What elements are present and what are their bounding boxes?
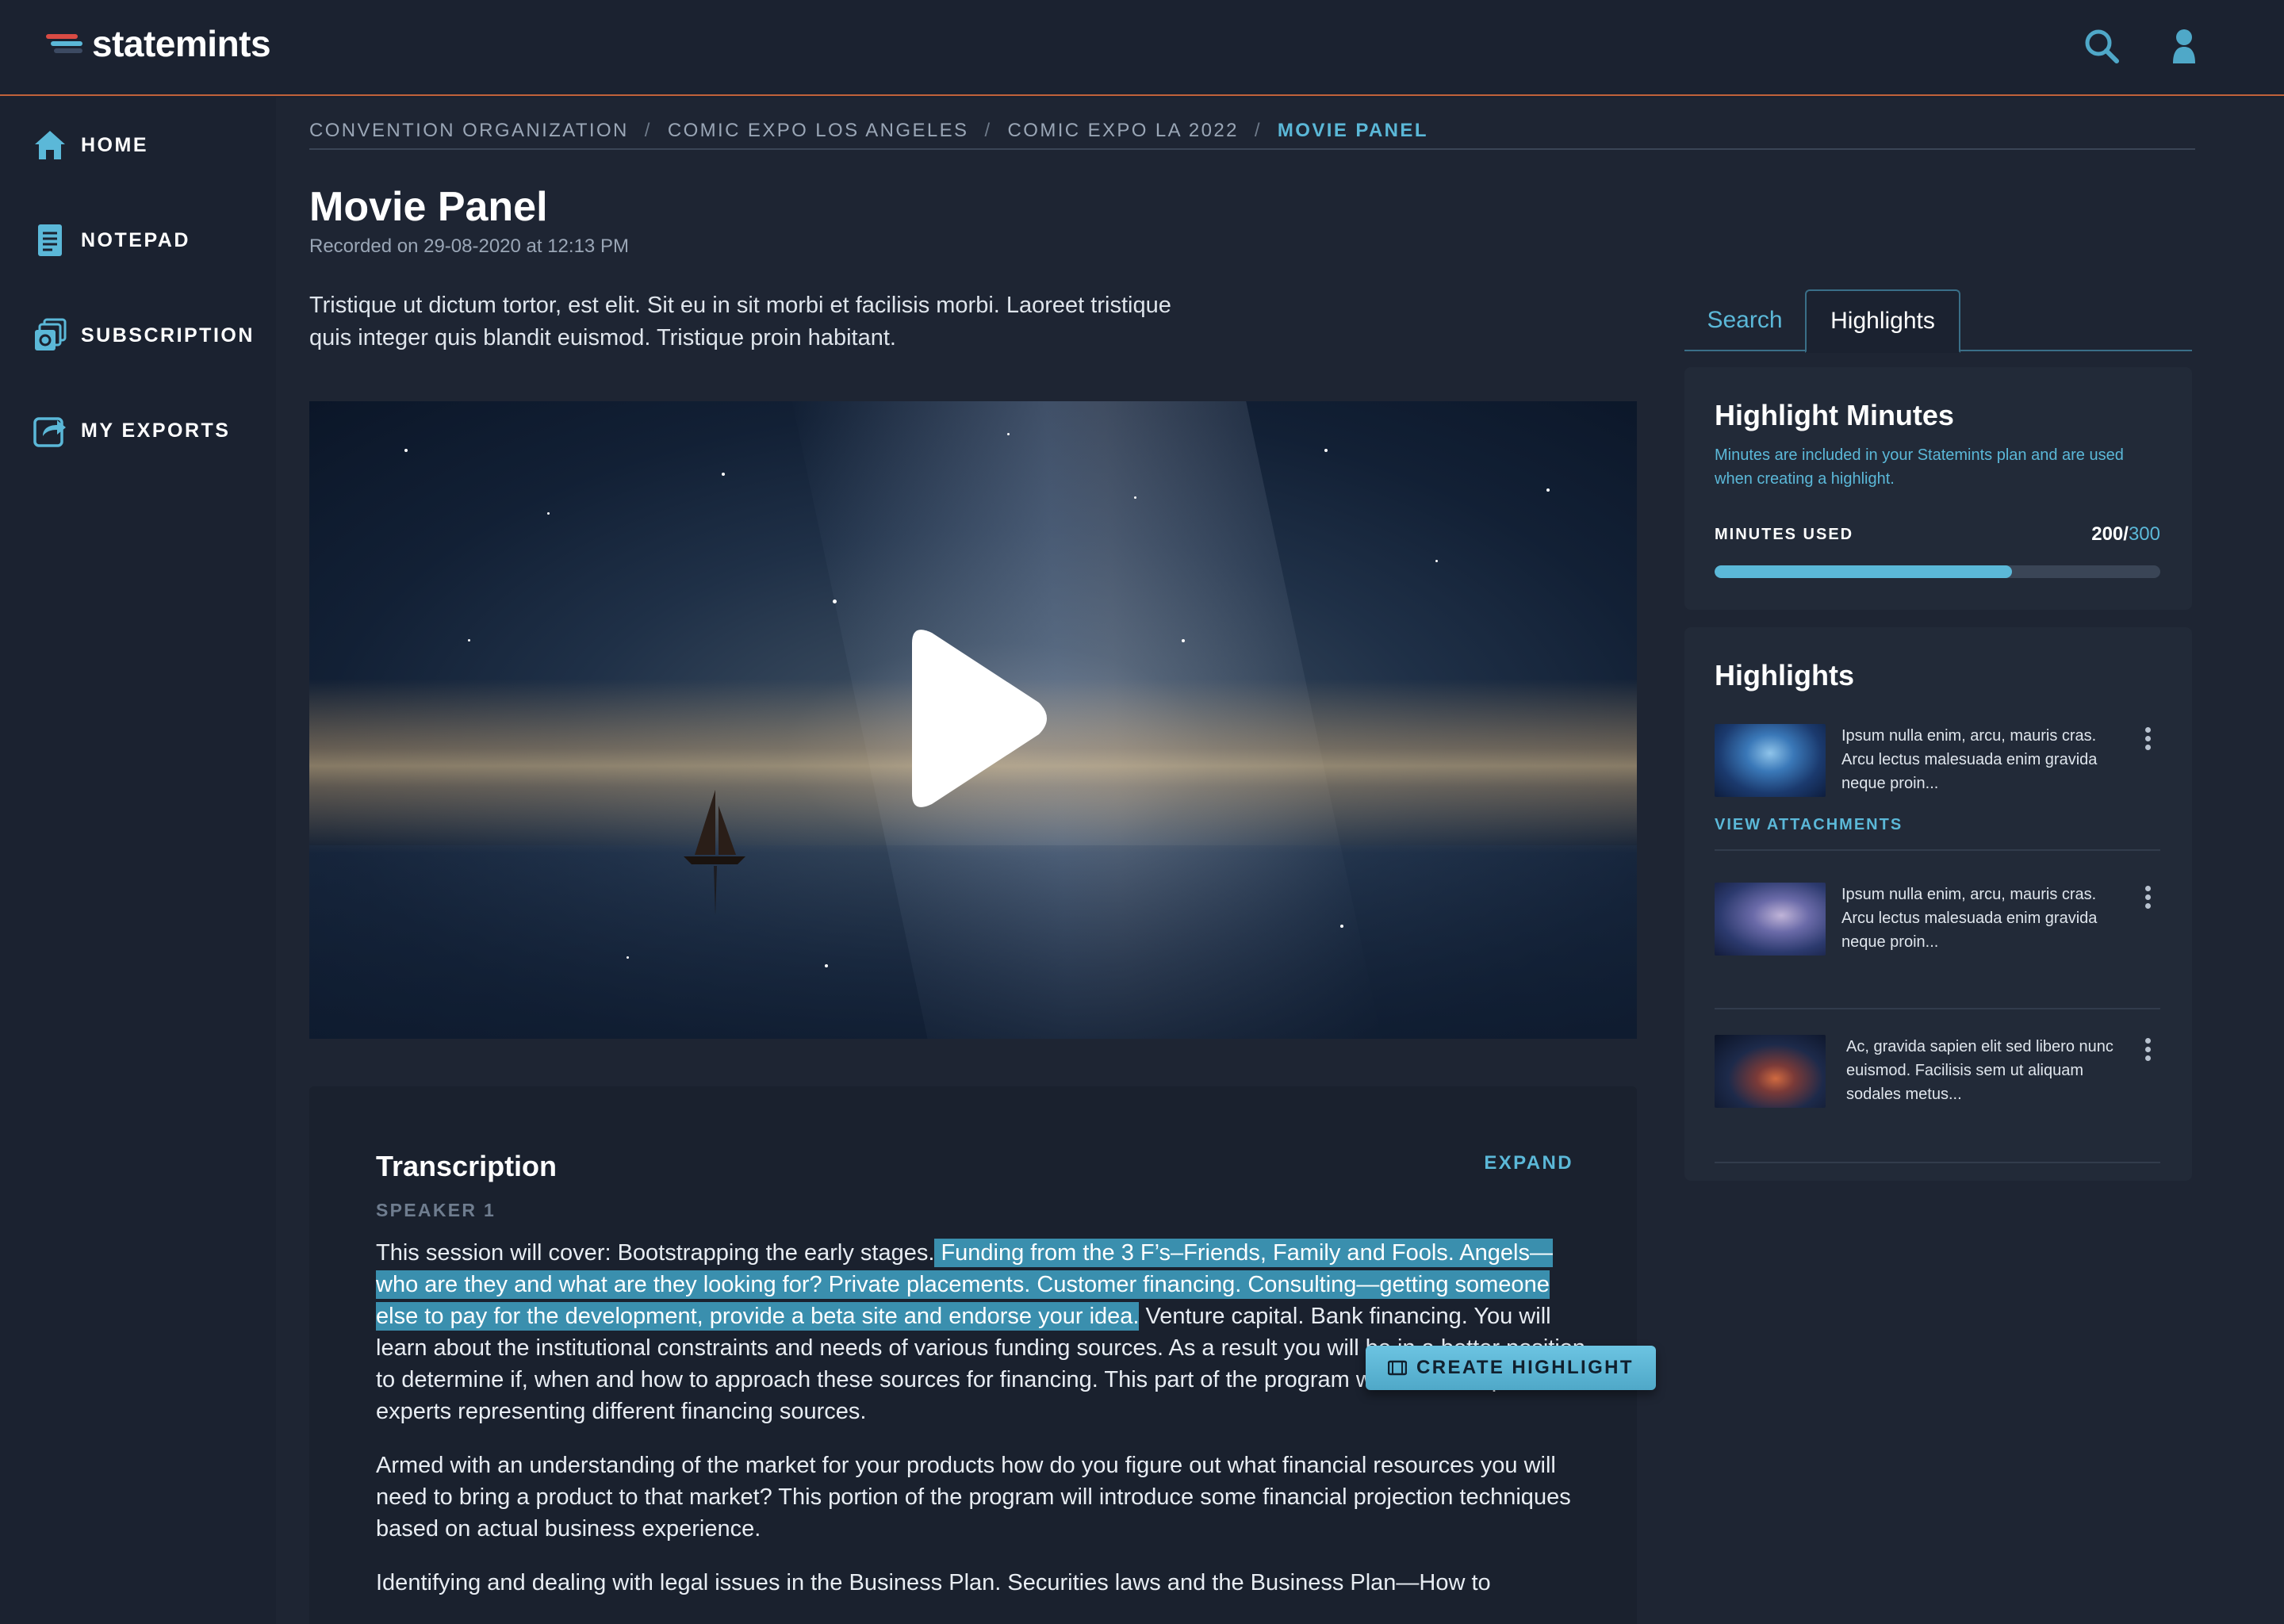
highlights-title: Highlights — [1715, 659, 1854, 691]
sidebar-item-subscription[interactable]: SUBSCRIPTION — [32, 316, 255, 354]
highlight-minutes-card: Highlight Minutes Minutes are included i… — [1684, 367, 2192, 610]
video-thumbnail-reflection — [309, 845, 1637, 1039]
minutes-used-value: 200 — [2091, 523, 2124, 545]
top-bar: statemints — [0, 0, 2284, 96]
minutes-used-label: MINUTES USED — [1715, 526, 1854, 543]
sidebar-item-label: NOTEPAD — [81, 228, 190, 251]
video-player[interactable] — [309, 401, 1637, 1039]
highlight-text: Ipsum nulla enim, arcu, mauris cras. Arc… — [1841, 886, 2098, 951]
transcript-paragraph: This session will cover: Bootstrapping t… — [376, 1237, 1589, 1427]
highlights-card: Highlights Ipsum nulla enim, arcu, mauri… — [1684, 627, 2192, 1181]
highlight-thumbnail[interactable] — [1715, 724, 1826, 797]
film-icon — [1388, 1360, 1408, 1376]
create-highlight-button[interactable]: CREATE HIGHLIGHT — [1366, 1346, 1656, 1390]
expand-button[interactable]: EXPAND — [1484, 1152, 1573, 1174]
logo-text: statemints — [92, 23, 271, 64]
logo-mark-icon — [46, 29, 84, 58]
tab-search[interactable]: Search — [1684, 289, 1805, 351]
play-icon[interactable] — [896, 623, 1055, 814]
minutes-progress-bar — [1715, 565, 2160, 578]
minutes-progress-fill — [1715, 565, 2012, 578]
speaker-label: SPEAKER 1 — [376, 1200, 496, 1220]
export-icon — [32, 412, 68, 449]
subscription-icon — [32, 317, 68, 354]
highlight-minutes-title: Highlight Minutes — [1715, 399, 1954, 431]
view-attachments-link[interactable]: VIEW ATTACHMENTS — [1715, 816, 1903, 834]
home-icon — [32, 127, 68, 163]
sidebar-item-home[interactable]: HOME — [32, 126, 148, 164]
minutes-used-count: 200/300 — [2091, 523, 2160, 546]
right-panel-tabs: Search Highlights — [1684, 289, 2192, 353]
page-title: Movie Panel — [309, 184, 548, 230]
more-options-icon[interactable] — [2143, 886, 2152, 911]
highlight-item[interactable]: Ipsum nulla enim, arcu, mauris cras. Arc… — [1715, 883, 2160, 1009]
transcript-paragraph: Identifying and dealing with legal issue… — [376, 1570, 1491, 1595]
sidebar-item-label: SUBSCRIPTION — [81, 324, 255, 347]
breadcrumb-item[interactable]: CONVENTION ORGANIZATION — [309, 120, 629, 142]
breadcrumb-item[interactable]: COMIC EXPO LOS ANGELES — [668, 120, 969, 142]
breadcrumb-separator: / — [984, 120, 992, 141]
highlight-minutes-description: Minutes are included in your Statemints … — [1715, 446, 2124, 488]
sidebar-item-label: HOME — [81, 133, 148, 156]
app-logo[interactable]: statemints — [46, 22, 271, 65]
highlight-text: Ipsum nulla enim, arcu, mauris cras. Arc… — [1841, 727, 2098, 792]
create-highlight-label: CREATE HIGHLIGHT — [1416, 1357, 1634, 1378]
breadcrumb: CONVENTION ORGANIZATION / COMIC EXPO LOS… — [309, 113, 2195, 150]
sidebar-item-my-exports[interactable]: MY EXPORTS — [32, 412, 230, 450]
transcript-text: This session will cover: Bootstrapping t… — [376, 1240, 935, 1266]
page-description: Tristique ut dictum tortor, est elit. Si… — [309, 293, 1171, 350]
transcription-text[interactable]: This session will cover: Bootstrapping t… — [376, 1237, 1589, 1621]
notepad-icon — [32, 222, 68, 259]
highlight-text: Ac, gravida sapien elit sed libero nunc … — [1846, 1038, 2113, 1103]
sidebar: HOME NOTEPAD SUBSCRIPTION MY EXPORTS — [0, 98, 276, 1624]
highlight-thumbnail[interactable] — [1715, 1035, 1826, 1108]
sailboat-image — [684, 790, 745, 915]
breadcrumb-separator: / — [644, 120, 652, 141]
minutes-separator: / — [2123, 523, 2129, 545]
search-icon[interactable] — [2081, 25, 2122, 67]
sidebar-item-notepad[interactable]: NOTEPAD — [32, 221, 190, 259]
highlight-item[interactable]: Ac, gravida sapien elit sed libero nunc … — [1715, 1035, 2160, 1163]
recorded-date: Recorded on 29-08-2020 at 12:13 PM — [309, 236, 629, 257]
highlight-item[interactable]: Ipsum nulla enim, arcu, mauris cras. Arc… — [1715, 724, 2160, 851]
highlight-thumbnail[interactable] — [1715, 883, 1826, 956]
tab-highlights[interactable]: Highlights — [1805, 289, 1960, 353]
sidebar-item-label: MY EXPORTS — [81, 419, 231, 442]
more-options-icon[interactable] — [2143, 727, 2152, 753]
transcription-title: Transcription — [376, 1150, 558, 1182]
transcript-paragraph: Armed with an understanding of the marke… — [376, 1453, 1571, 1542]
minutes-total-value: 300 — [2128, 523, 2160, 545]
breadcrumb-separator: / — [1254, 120, 1262, 141]
user-icon[interactable] — [2163, 25, 2205, 67]
more-options-icon[interactable] — [2143, 1038, 2152, 1063]
breadcrumb-item[interactable]: COMIC EXPO LA 2022 — [1008, 120, 1239, 142]
breadcrumb-current: MOVIE PANEL — [1277, 120, 1428, 141]
